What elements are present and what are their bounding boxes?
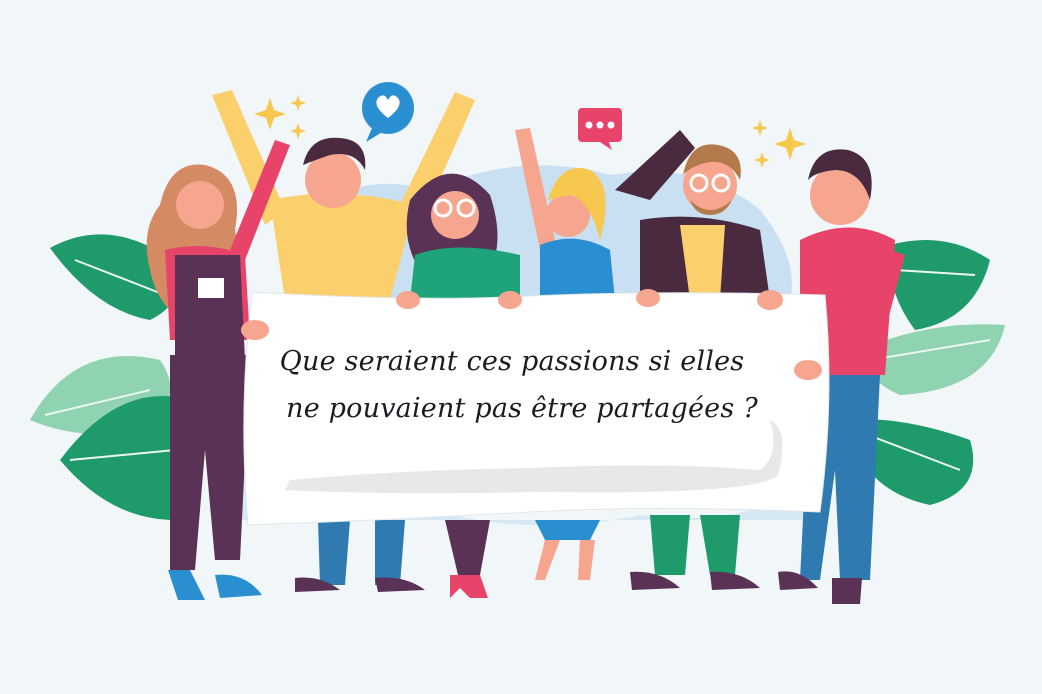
banner-caption: Que seraient ces passions si elles ne po… bbox=[262, 338, 802, 432]
ellipsis-speech-bubble-icon bbox=[578, 108, 622, 150]
caption-line-2: ne pouvaient pas être partagées ? bbox=[286, 393, 758, 424]
caption-line-1: Que seraient ces passions si elles bbox=[279, 346, 745, 377]
heart-speech-bubble-icon bbox=[362, 82, 414, 142]
